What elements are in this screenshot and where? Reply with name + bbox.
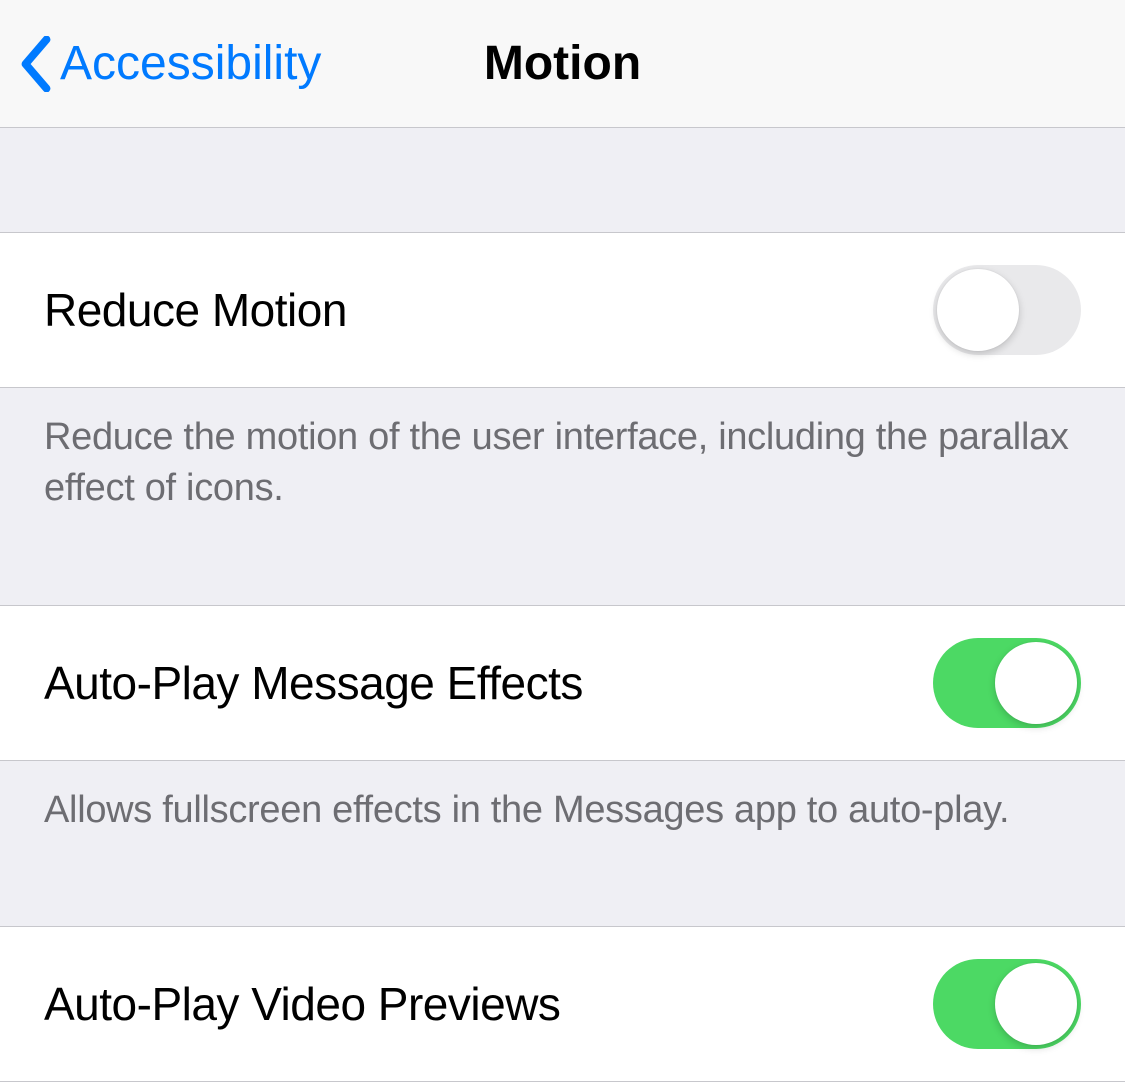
- reduce-motion-label: Reduce Motion: [44, 283, 347, 337]
- auto-play-message-effects-row: Auto-Play Message Effects: [0, 605, 1125, 761]
- back-label: Accessibility: [60, 36, 321, 91]
- auto-play-message-effects-label: Auto-Play Message Effects: [44, 656, 583, 710]
- back-button[interactable]: Accessibility: [20, 36, 321, 92]
- section-spacer: [0, 836, 1125, 926]
- reduce-motion-row: Reduce Motion: [0, 232, 1125, 388]
- auto-play-video-previews-row: Auto-Play Video Previews: [0, 926, 1125, 1082]
- section-spacer: [0, 515, 1125, 605]
- page-title: Motion: [484, 36, 641, 91]
- navbar: Accessibility Motion: [0, 0, 1125, 128]
- section-spacer: [0, 128, 1125, 232]
- toggle-knob: [995, 963, 1077, 1045]
- auto-play-video-previews-toggle[interactable]: [933, 959, 1081, 1049]
- auto-play-message-effects-toggle[interactable]: [933, 638, 1081, 728]
- auto-play-video-previews-label: Auto-Play Video Previews: [44, 977, 560, 1031]
- toggle-knob: [937, 269, 1019, 351]
- chevron-left-icon: [20, 36, 52, 92]
- reduce-motion-footer: Reduce the motion of the user interface,…: [0, 388, 1125, 515]
- auto-play-message-effects-footer: Allows fullscreen effects in the Message…: [0, 761, 1125, 836]
- toggle-knob: [995, 642, 1077, 724]
- reduce-motion-toggle[interactable]: [933, 265, 1081, 355]
